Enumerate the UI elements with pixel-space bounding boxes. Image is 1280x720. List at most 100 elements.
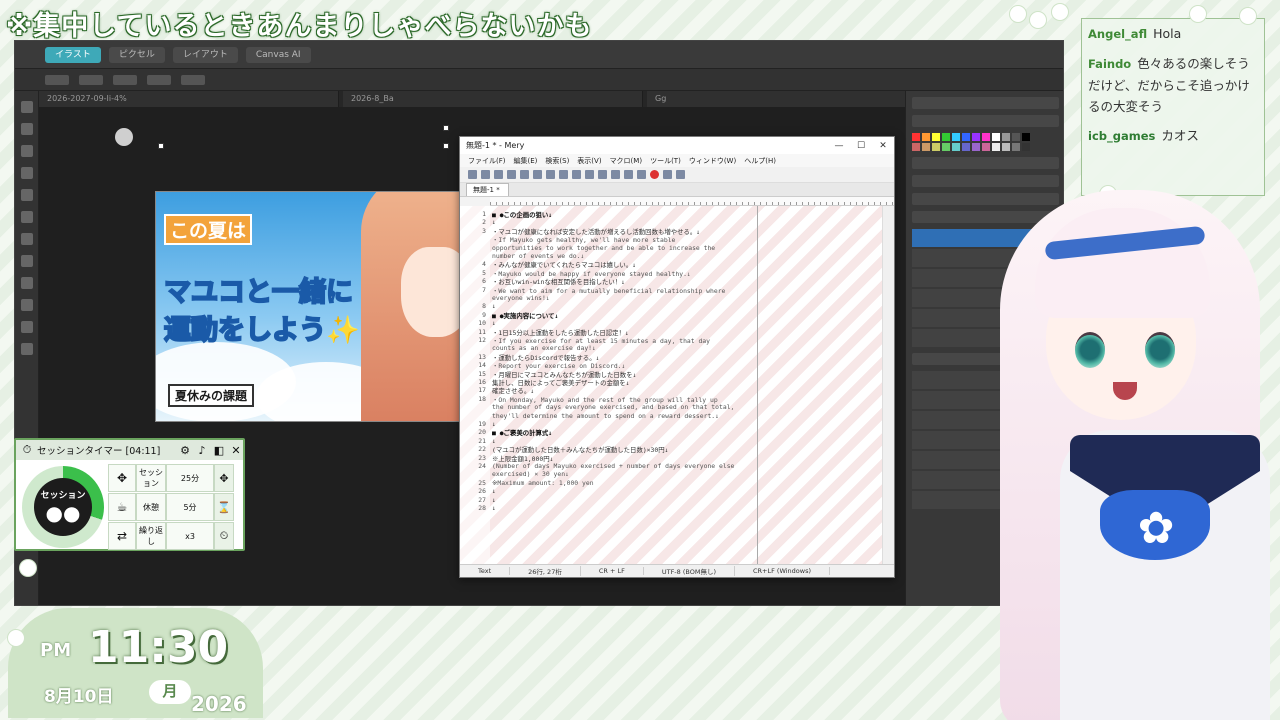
line-number: 9 bbox=[482, 310, 486, 319]
tool-icon[interactable] bbox=[21, 233, 33, 245]
timer-row-value[interactable]: 5分 bbox=[166, 493, 214, 521]
text-area[interactable]: 1 ■ ●この企画の狙い↓ 2 ↓ 3 ・マユコが健康になれば安定した活動が増えるし活動回… bbox=[460, 206, 884, 566]
tool-icon[interactable] bbox=[21, 277, 33, 289]
line-number: 26 bbox=[478, 487, 486, 496]
doc-tab[interactable]: 2026-2027-09-Ii-4% bbox=[39, 91, 339, 107]
clover-decoration bbox=[8, 630, 24, 646]
tool-icon[interactable] bbox=[21, 299, 33, 311]
timer-row-value[interactable]: 25分 bbox=[166, 464, 214, 492]
selection-handle[interactable] bbox=[443, 125, 449, 131]
menu-file[interactable]: ファイル(F) bbox=[468, 156, 506, 166]
close-icon[interactable]: ✕ bbox=[872, 141, 894, 151]
timer-row-value[interactable]: x3 bbox=[166, 522, 214, 550]
selection-handle[interactable] bbox=[443, 143, 449, 149]
undo-icon[interactable] bbox=[559, 170, 568, 179]
new-file-icon[interactable] bbox=[468, 170, 477, 179]
text-line: ↓ bbox=[492, 487, 496, 496]
app-tab-layout[interactable]: レイアウト bbox=[172, 46, 238, 63]
text-line: the number of days everyone exercised, a… bbox=[492, 403, 735, 412]
tool-option[interactable] bbox=[45, 74, 69, 85]
wrap-icon[interactable] bbox=[637, 170, 646, 179]
menu-search[interactable]: 検索(S) bbox=[545, 156, 569, 166]
menu-window[interactable]: ウィンドウ(W) bbox=[689, 156, 736, 166]
tool-icon[interactable] bbox=[21, 101, 33, 113]
status-newline[interactable]: CR + LF bbox=[581, 567, 644, 575]
timer-row-repeat: ⇄ 繰り返し x3 ⏲ bbox=[108, 522, 243, 550]
stopwatch-icon[interactable]: ⏲ bbox=[214, 522, 234, 550]
tool-icon[interactable] bbox=[21, 321, 33, 333]
menu-view[interactable]: 表示(V) bbox=[577, 156, 601, 166]
settings-icon[interactable]: ⚙ bbox=[178, 444, 192, 457]
app-tab-pixel[interactable]: ピクセル bbox=[108, 46, 165, 63]
tool-icon[interactable] bbox=[21, 343, 33, 355]
app-tool-options bbox=[15, 69, 1063, 91]
clock-widget: PM 11:30 8月10日 月 2026 bbox=[8, 600, 273, 718]
cut-icon[interactable] bbox=[520, 170, 529, 179]
tool-option[interactable] bbox=[181, 74, 205, 85]
find-icon[interactable] bbox=[585, 170, 594, 179]
print-icon[interactable] bbox=[507, 170, 516, 179]
text-line: ↓ bbox=[492, 495, 496, 504]
music-icon[interactable]: ♪ bbox=[195, 444, 209, 457]
menu-help[interactable]: ヘルプ(H) bbox=[744, 156, 776, 166]
avatar-eye-right bbox=[1145, 332, 1175, 368]
hourglass-icon[interactable]: ⌛ bbox=[214, 493, 234, 521]
timer-row-session: ✥ セッション 25分 ✥ bbox=[108, 464, 243, 492]
tool-icon[interactable] bbox=[21, 167, 33, 179]
record-icon[interactable] bbox=[650, 170, 659, 179]
text-line: ↓ bbox=[492, 302, 496, 311]
paste-icon[interactable] bbox=[546, 170, 555, 179]
menu-macro[interactable]: マクロ(M) bbox=[610, 156, 643, 166]
line-number: 10 bbox=[478, 319, 486, 328]
text-line: ※Maximum amount: 1,000 yen bbox=[492, 478, 594, 487]
artwork-thumbnail[interactable]: この夏は マユコと一緒に 運動をしよう✨ 夏休みの課題 bbox=[155, 191, 460, 422]
app-tab-illust[interactable]: イラスト bbox=[45, 46, 101, 63]
highlight-icon[interactable] bbox=[624, 170, 633, 179]
tool-icon[interactable] bbox=[21, 123, 33, 135]
color-swatches[interactable] bbox=[912, 133, 1059, 151]
find-up-icon[interactable] bbox=[598, 170, 607, 179]
open-icon[interactable] bbox=[481, 170, 490, 179]
chat-message: icb_games カオス bbox=[1082, 121, 1264, 151]
app-tab-canvas-ai[interactable]: Canvas AI bbox=[245, 46, 311, 63]
line-number: 5 bbox=[482, 268, 486, 277]
line-number: 27 bbox=[478, 495, 486, 504]
play-icon[interactable] bbox=[663, 170, 672, 179]
maximize-icon[interactable]: ☐ bbox=[850, 141, 872, 151]
close-icon[interactable]: ✕ bbox=[229, 444, 243, 457]
text-line: ↓ bbox=[492, 436, 496, 445]
tool-icon[interactable] bbox=[21, 211, 33, 223]
layout-icon[interactable]: ◧ bbox=[212, 444, 226, 457]
status-encoding[interactable]: UTF-8 (BOM無し) bbox=[644, 566, 735, 576]
selection-handle[interactable] bbox=[158, 143, 164, 149]
text-line: everyone wins!↓ bbox=[492, 294, 550, 302]
menu-edit[interactable]: 編集(E) bbox=[514, 156, 538, 166]
timer-row-break: ☕ 休憩 5分 ⌛ bbox=[108, 493, 243, 521]
status-newline-mode[interactable]: CR+LF (Windows) bbox=[735, 567, 831, 575]
tool-option[interactable] bbox=[113, 74, 137, 85]
move-icon[interactable]: ✥ bbox=[214, 464, 234, 492]
menu-tools[interactable]: ツール(T) bbox=[650, 156, 681, 166]
clock-time: 11:30 bbox=[88, 622, 229, 673]
tool-option[interactable] bbox=[147, 74, 171, 85]
tool-icon[interactable] bbox=[21, 255, 33, 267]
tool-icon[interactable] bbox=[21, 189, 33, 201]
tool-option[interactable] bbox=[79, 74, 103, 85]
line-number: 8 bbox=[482, 302, 486, 311]
clover-decoration bbox=[1030, 12, 1046, 28]
copy-icon[interactable] bbox=[533, 170, 542, 179]
line-number: 16 bbox=[478, 378, 486, 386]
editor-toolbar bbox=[460, 167, 894, 183]
chat-username: Faindo bbox=[1088, 57, 1132, 71]
text-line: ■ ●実施内容について↓ bbox=[492, 311, 559, 320]
save-icon[interactable] bbox=[494, 170, 503, 179]
editor-tab[interactable]: 無題-1 * bbox=[466, 183, 509, 196]
minimize-icon[interactable]: — bbox=[828, 141, 850, 151]
tool-icon[interactable] bbox=[21, 145, 33, 157]
redo-icon[interactable] bbox=[572, 170, 581, 179]
doc-tab[interactable]: 2026-8_Ba bbox=[343, 91, 643, 107]
doc-tab[interactable]: Gg bbox=[647, 91, 947, 107]
artwork-text-3: 運動をしよう✨ bbox=[163, 314, 361, 347]
pin-icon[interactable] bbox=[676, 170, 685, 179]
find-down-icon[interactable] bbox=[611, 170, 620, 179]
